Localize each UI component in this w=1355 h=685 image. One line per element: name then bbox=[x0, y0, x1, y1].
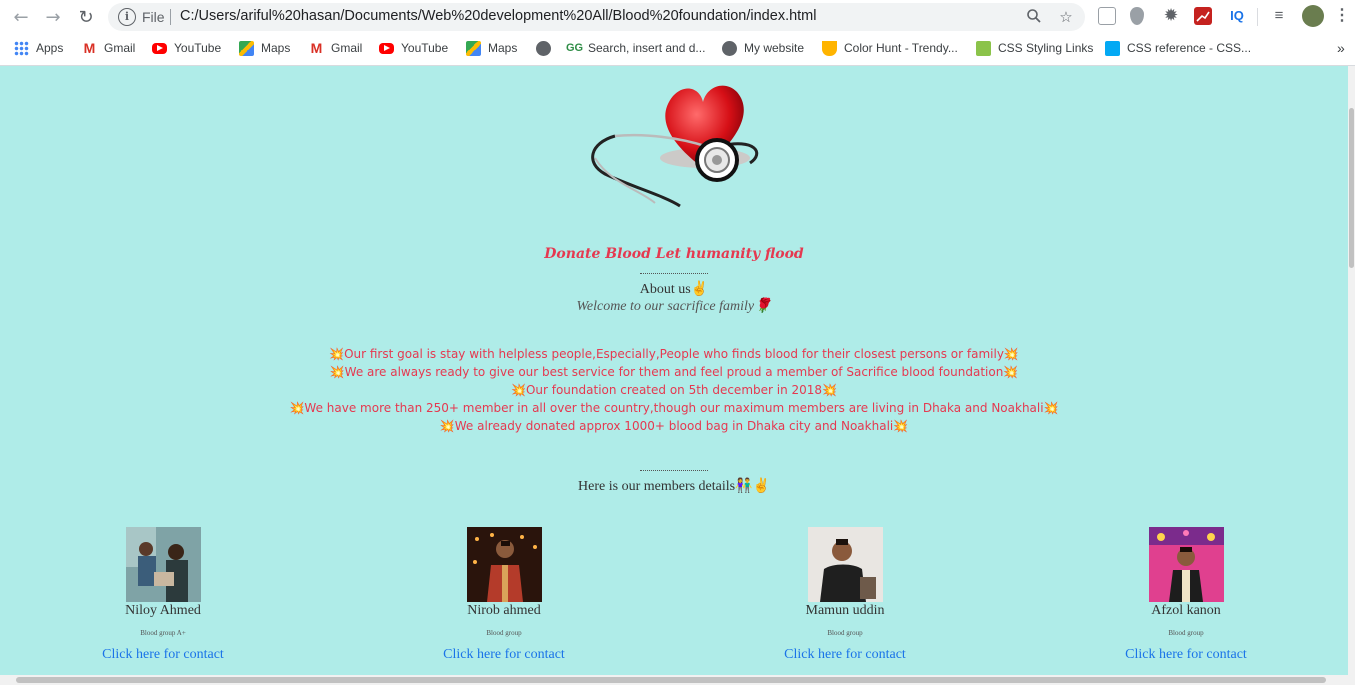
bookmark-youtube[interactable]: YouTube bbox=[152, 39, 221, 57]
bookmark-color-hunt[interactable]: Color Hunt - Trendy... bbox=[822, 39, 958, 57]
goal-item: 💥We have more than 250+ member in all ov… bbox=[289, 401, 1059, 415]
horizontal-scroll-thumb[interactable] bbox=[16, 677, 1326, 683]
bookmark-css-styling-links[interactable]: CSS Styling Links bbox=[976, 39, 1093, 57]
web-page: Donate Blood Let humanity flood About us… bbox=[0, 66, 1348, 675]
omnibox-separator bbox=[170, 9, 171, 25]
css-reference-icon bbox=[1105, 40, 1120, 56]
bookmark-youtube[interactable]: YouTube bbox=[379, 39, 448, 57]
about-heading: About us✌ bbox=[639, 282, 709, 297]
bookmark-gmail[interactable]: M Gmail bbox=[82, 39, 136, 57]
geeksforgeeks-icon: GG bbox=[566, 41, 584, 54]
file-label: File bbox=[142, 9, 165, 25]
youtube-icon bbox=[152, 42, 167, 54]
bookmark-label: My website bbox=[744, 41, 805, 55]
member-photo bbox=[1148, 527, 1224, 602]
member-blood-group: Blood group bbox=[827, 629, 863, 637]
bookmark-label: YouTube bbox=[401, 41, 449, 55]
css-links-icon bbox=[976, 40, 991, 56]
color-hunt-icon bbox=[822, 40, 837, 56]
welcome-text: Welcome to our sacrifice family🌹 bbox=[576, 299, 772, 314]
bookmark-label: Color Hunt - Trendy... bbox=[844, 41, 958, 55]
extension-page-icon[interactable] bbox=[1098, 7, 1116, 25]
goal-item: 💥Our foundation created on 5th december … bbox=[511, 383, 837, 397]
bookmark-geeksforgeeks[interactable]: GG Search, insert and d... bbox=[566, 39, 705, 57]
contact-link[interactable]: Click here for contact bbox=[1086, 647, 1286, 663]
bookmark-label: CSS reference - CSS... bbox=[1127, 41, 1252, 55]
member-name: Nirob ahmed bbox=[467, 603, 541, 618]
chart-extension-icon[interactable] bbox=[1194, 7, 1212, 25]
menu-dots-icon[interactable]: ⋮ bbox=[1334, 7, 1350, 25]
tagline: Donate Blood Let humanity flood bbox=[544, 246, 804, 262]
goal-item: 💥We already donated approx 1000+ blood b… bbox=[439, 419, 909, 433]
bookmark-label: Maps bbox=[261, 41, 291, 55]
member-name: Niloy Ahmed bbox=[125, 603, 201, 618]
member-name: Afzol kanon bbox=[1151, 603, 1221, 618]
divider-line bbox=[640, 273, 708, 274]
member-blood-group: Blood group bbox=[1168, 629, 1204, 637]
bookmark-css-reference[interactable]: CSS reference - CSS... bbox=[1105, 39, 1251, 57]
bookmark-label: Apps bbox=[36, 41, 64, 55]
member-photo bbox=[807, 527, 883, 602]
maps-icon bbox=[239, 40, 254, 56]
forward-icon[interactable]: → bbox=[41, 5, 65, 29]
back-icon[interactable]: ← bbox=[9, 5, 33, 29]
browser-toolbar: ← → ↻ i File C:/Users/ariful%20hasan/Doc… bbox=[0, 0, 1355, 34]
goal-item: 💥We are always ready to give our best se… bbox=[329, 365, 1019, 379]
bookmark-apps[interactable]: Apps bbox=[14, 39, 63, 57]
divider-line bbox=[640, 470, 708, 471]
goals-list: 💥Our first goal is stay with helpless pe… bbox=[0, 345, 1348, 435]
bookmarks-bar: Apps M Gmail YouTube Maps M Gmail YouTub… bbox=[0, 34, 1355, 62]
bookmark-my-website[interactable]: My website bbox=[722, 39, 804, 57]
bookmark-label: CSS Styling Links bbox=[998, 41, 1094, 55]
zoom-icon[interactable] bbox=[1025, 8, 1043, 26]
goal-item: 💥Our first goal is stay with helpless pe… bbox=[329, 347, 1019, 361]
vertical-scrollbar[interactable] bbox=[1348, 66, 1355, 675]
member-name: Mamun uddin bbox=[805, 603, 885, 618]
horizontal-scrollbar[interactable] bbox=[0, 675, 1355, 685]
info-icon[interactable]: i bbox=[118, 8, 136, 26]
member-photo bbox=[125, 527, 201, 602]
members-heading: Here is our members details👫✌ bbox=[578, 479, 770, 494]
bookmark-label: YouTube bbox=[174, 41, 222, 55]
stethoscope-heart-logo bbox=[591, 85, 759, 208]
contact-link[interactable]: Click here for contact bbox=[63, 647, 263, 663]
member-blood-group: Blood group A+ bbox=[140, 629, 186, 637]
globe-icon bbox=[536, 40, 551, 56]
reload-icon[interactable]: ↻ bbox=[74, 5, 98, 29]
bookmark-label: Maps bbox=[488, 41, 518, 55]
browser-chrome: ← → ↻ i File C:/Users/ariful%20hasan/Doc… bbox=[0, 0, 1355, 66]
toolbar-divider bbox=[1257, 8, 1258, 26]
contact-link[interactable]: Click here for contact bbox=[745, 647, 945, 663]
bookmark-star-icon[interactable]: ☆ bbox=[1057, 8, 1075, 26]
bookmark-label: Search, insert and d... bbox=[588, 41, 706, 55]
member-card: Afzol kanon Blood group Click here for c… bbox=[1086, 527, 1286, 663]
bookmark-label: Gmail bbox=[104, 41, 136, 55]
address-bar[interactable]: i File C:/Users/ariful%20hasan/Documents… bbox=[108, 3, 1085, 31]
member-card: Mamun uddin Blood group Click here for c… bbox=[745, 527, 945, 663]
apps-grid-icon bbox=[14, 40, 29, 56]
vertical-scroll-thumb[interactable] bbox=[1349, 108, 1354, 268]
bookmark-maps[interactable]: Maps bbox=[466, 39, 517, 57]
iq-extension-icon[interactable]: IQ bbox=[1226, 7, 1248, 25]
bookmark-label: Gmail bbox=[331, 41, 363, 55]
more-bookmarks-icon[interactable]: » bbox=[1337, 39, 1345, 57]
member-card: Nirob ahmed Blood group Click here for c… bbox=[404, 527, 604, 663]
member-photo bbox=[466, 527, 542, 602]
member-card: Niloy Ahmed Blood group A+ Click here fo… bbox=[63, 527, 263, 663]
youtube-icon bbox=[379, 42, 394, 54]
gmail-icon: M bbox=[310, 39, 323, 56]
bookmark-globe[interactable] bbox=[536, 39, 551, 57]
bug-icon[interactable]: ✹ bbox=[1162, 7, 1180, 25]
gmail-icon: M bbox=[83, 39, 96, 56]
profile-avatar[interactable] bbox=[1302, 5, 1324, 27]
bookmark-gmail[interactable]: M Gmail bbox=[309, 39, 363, 57]
member-blood-group: Blood group bbox=[486, 629, 522, 637]
maps-icon bbox=[466, 40, 481, 56]
media-queue-icon[interactable]: ≡ bbox=[1270, 7, 1288, 25]
bookmark-maps[interactable]: Maps bbox=[239, 39, 290, 57]
shield-icon[interactable] bbox=[1130, 7, 1144, 25]
url-text[interactable]: C:/Users/ariful%20hasan/Documents/Web%20… bbox=[180, 8, 817, 24]
globe-icon bbox=[722, 40, 737, 56]
contact-link[interactable]: Click here for contact bbox=[404, 647, 604, 663]
